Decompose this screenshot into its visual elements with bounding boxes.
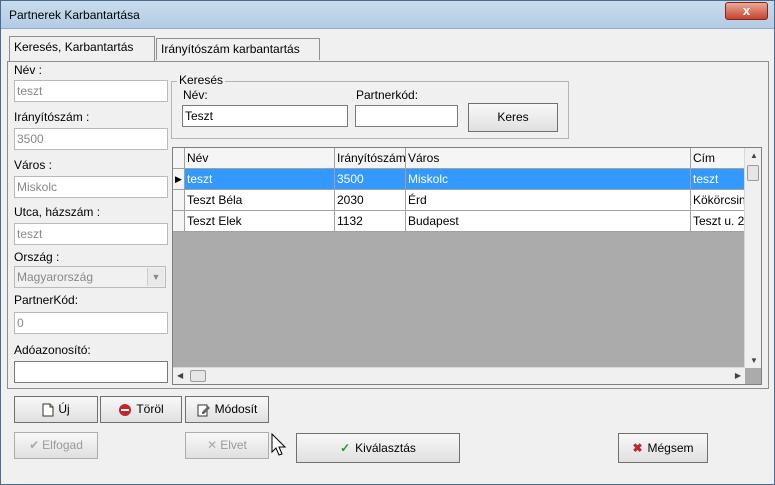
delete-button-label: Töröl [136,402,164,416]
street-field[interactable]: teszt [14,223,168,245]
search-button[interactable]: Keres [468,103,558,132]
column-header-address[interactable]: Cím [691,148,745,169]
vertical-scroll-thumb[interactable] [747,165,759,181]
new-document-icon [42,403,54,417]
name-field[interactable]: teszt [14,80,168,102]
title-bar[interactable]: Partnerek Karbantartása x [1,1,774,29]
search-name-label: Név: [183,88,208,102]
horizontal-scroll-thumb[interactable] [190,370,206,382]
name-label: Név : [14,63,43,77]
cell-zip[interactable]: 3500 [335,169,406,190]
cancel-button[interactable]: ✖ Mégsem [618,433,708,463]
no-entry-icon [119,403,132,416]
accept-button-label: Elfogad [42,438,83,452]
column-header-zip[interactable]: Irányítószám [335,148,406,169]
select-button[interactable]: ✓ Kiválasztás [296,433,460,463]
cell-zip[interactable]: 2030 [335,190,406,211]
taxid-label: Adóazonosító: [14,343,91,357]
edit-document-icon [197,404,210,417]
main-window: Partnerek Karbantartása x Keresés, Karba… [0,0,775,485]
scroll-right-icon[interactable]: ▶ [735,371,741,380]
country-value: Magyarország [17,270,94,284]
check-icon: ✓ [340,441,351,455]
country-select[interactable]: Magyarország ▼ [14,266,166,288]
window-title: Partnerek Karbantartása [9,8,140,22]
city-label: Város : [14,158,53,172]
close-button[interactable]: x [725,2,768,20]
select-button-label: Kiválasztás [355,441,416,455]
cell-address[interactable]: Kökörcsin [691,190,745,211]
modify-button[interactable]: Módosít [185,396,269,423]
cell-city[interactable]: Budapest [406,211,691,232]
street-label: Utca, házszám : [14,205,101,219]
partnercode-label: PartnerKód: [14,293,79,307]
search-code-label: Partnerkód: [356,88,419,102]
accept-button[interactable]: ✔ Elfogad [14,432,98,459]
new-button-label: Új [58,402,70,416]
column-header-city[interactable]: Város [406,148,691,169]
x-icon: ✕ [207,438,218,452]
cell-zip[interactable]: 1132 [335,211,406,232]
partnercode-field[interactable]: 0 [14,312,168,334]
zip-field[interactable]: 3500 [14,128,168,150]
row-header [173,190,185,211]
search-code-field[interactable] [355,105,458,127]
cancel-button-label: Mégsem [647,441,694,455]
grid-corner [173,148,185,169]
scroll-down-icon[interactable]: ▼ [750,356,758,365]
tab-label: Keresés, Karbantartás [14,40,134,54]
discard-button-label: Elvet [220,438,247,452]
city-field[interactable]: Miskolc [14,176,168,198]
cell-name[interactable]: teszt [185,169,335,190]
tab-search-maintenance[interactable]: Keresés, Karbantartás [9,36,155,62]
close-icon: x [742,3,751,18]
scroll-left-icon[interactable]: ◀ [177,371,183,380]
new-button[interactable]: Új [14,396,98,423]
zip-label: Irányítószám : [14,110,90,124]
cell-name[interactable]: Teszt Béla [185,190,335,211]
tab-zip-maintenance[interactable]: Irányítószám karbantartás [156,38,320,60]
cancel-icon: ✖ [632,441,643,455]
delete-button[interactable]: Töröl [100,396,182,423]
search-group-title: Keresés [177,73,226,87]
scroll-up-icon[interactable]: ▲ [750,151,758,160]
cell-address[interactable]: Teszt u. 2 [691,211,745,232]
column-header-name[interactable]: Név [185,148,335,169]
cell-address[interactable]: teszt [691,169,745,190]
cell-city[interactable]: Érd [406,190,691,211]
modify-button-label: Módosít [214,402,258,416]
country-label: Ország : [14,250,60,264]
mouse-cursor-icon [271,433,287,456]
cell-name[interactable]: Teszt Elek [185,211,335,232]
cell-city[interactable]: Miskolc [406,169,691,190]
horizontal-scrollbar[interactable]: ◀ ▶ [173,367,745,384]
check-icon: ✔ [29,438,40,452]
row-header [173,211,185,232]
chevron-down-icon[interactable]: ▼ [147,268,164,286]
discard-button[interactable]: ✕ Elvet [185,432,269,459]
tab-label: Irányítószám karbantartás [161,42,300,56]
taxid-field[interactable] [14,361,168,383]
search-name-field[interactable]: Teszt [182,105,348,127]
current-row-icon: ▶ [173,169,185,190]
vertical-scrollbar[interactable]: ▲ ▼ [744,148,761,368]
partners-grid[interactable]: Név Irányítószám Város Cím ▶ teszt 3500 … [172,147,762,385]
